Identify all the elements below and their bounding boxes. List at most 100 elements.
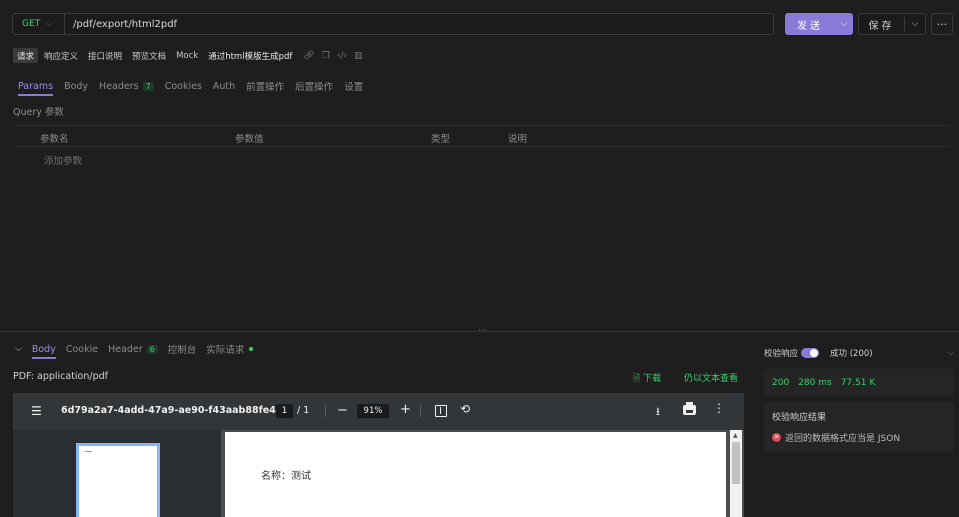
tab-post-ops-label: 后置操作: [295, 82, 334, 93]
status-dot: [249, 347, 254, 351]
query-table-header: 参数名 参数值 类型 说明: [13, 125, 951, 147]
request-bar: GET ⌵ /pdf/export/html2pdf: [12, 13, 774, 35]
tab-response-cookie[interactable]: Cookie: [66, 339, 98, 359]
tab-actual-request[interactable]: 实际请求: [206, 339, 254, 359]
toolbar-divider: [420, 405, 421, 417]
zoom-in-icon[interactable]: +: [400, 402, 411, 417]
tab-pre-ops-label: 前置操作: [246, 82, 285, 93]
tab-response-body[interactable]: Body: [31, 339, 56, 359]
doc-tab-preview[interactable]: 预览文档: [128, 48, 170, 63]
column-description: 说明: [508, 134, 528, 145]
copy-icon[interactable]: ❐: [322, 51, 330, 61]
tab-params-label: Params: [18, 80, 54, 92]
link-icon[interactable]: 🔗︎: [303, 51, 314, 61]
doc-tab-mock[interactable]: Mock: [172, 48, 202, 63]
column-type: 类型: [431, 134, 451, 145]
add-param-input[interactable]: 添加参数: [44, 153, 82, 167]
validate-response-label: 校验响应: [764, 349, 799, 359]
pdf-viewer: ☰ 6d79a2a7-4add-47a9-ae90-f43aab88fe44 1…: [13, 393, 744, 517]
collapse-chevron-icon[interactable]: ⌵: [15, 339, 22, 359]
method-select[interactable]: GET ⌵: [13, 14, 65, 34]
pdf-scrollbar[interactable]: ▲: [730, 430, 742, 517]
scroll-up-icon[interactable]: ▲: [733, 432, 738, 439]
url-input[interactable]: /pdf/export/html2pdf: [65, 19, 177, 30]
tab-params[interactable]: Params: [18, 76, 54, 96]
validate-response-toggle[interactable]: [801, 348, 820, 358]
query-section-label: Query 参数: [13, 107, 64, 118]
toolbar-divider: [325, 405, 326, 417]
tab-settings-label: 设置: [344, 82, 364, 93]
scrollbar-thumb[interactable]: [732, 442, 740, 484]
error-icon: ✕: [772, 433, 781, 442]
view-as-text-link[interactable]: 仍以文本查看: [684, 371, 738, 384]
pdf-page-area: 名称：测试: [221, 430, 744, 517]
validate-response-row: 校验响应 成功 (200) ⌵: [764, 346, 954, 360]
pdf-download-icon[interactable]: ⭳: [656, 403, 660, 422]
pdf-file-name: 6d79a2a7-4add-47a9-ae90-f43aab88fe44: [61, 405, 283, 416]
page-total: / 1: [297, 405, 310, 416]
response-metrics: 200 280 ms 77.51 K: [764, 369, 954, 396]
send-label: 发送: [797, 20, 823, 32]
pdf-page-text: 名称：测试: [261, 471, 311, 482]
zoom-level-input[interactable]: 91%: [357, 404, 389, 418]
tab-cookies[interactable]: Cookies: [165, 76, 202, 96]
thumbnail-text-line: [85, 451, 92, 452]
tab-body[interactable]: Body: [64, 76, 88, 96]
doc-tab-response-def[interactable]: 响应定义: [40, 48, 82, 63]
panel-icon[interactable]: ▥: [354, 51, 363, 61]
tab-pre-ops[interactable]: 前置操作: [246, 76, 284, 96]
tab-cookies-label: Cookies: [164, 80, 202, 92]
validation-error-message: 返回的数据格式应当是 JSON: [785, 434, 901, 444]
tab-auth-label: Auth: [212, 80, 236, 92]
tab-settings[interactable]: 设置: [344, 76, 363, 96]
tab-headers[interactable]: Headers 7: [99, 76, 154, 96]
response-header-count-badge: 6: [146, 344, 158, 354]
chevron-down-icon: ⌵: [46, 19, 53, 28]
column-param-value: 参数值: [235, 134, 264, 145]
tab-body-label: Body: [64, 80, 89, 92]
status-code: 200: [772, 377, 790, 388]
send-button[interactable]: 发送 ⌵: [785, 13, 853, 35]
more-options-icon[interactable]: ⋮: [713, 402, 725, 414]
method-label: GET: [22, 19, 41, 29]
tab-console[interactable]: 控制台: [168, 339, 197, 359]
more-button[interactable]: ···: [931, 13, 953, 35]
tab-headers-label: Headers: [99, 80, 139, 92]
tab-console-label: 控制台: [167, 345, 197, 356]
pdf-page: 名称：测试: [225, 432, 726, 517]
doc-tab-request[interactable]: 请求: [13, 48, 39, 63]
chevron-down-icon[interactable]: ⌵: [948, 348, 954, 358]
thumbnail-sidebar: [13, 430, 221, 517]
validation-result-title: 校验响应结果: [772, 413, 827, 423]
drag-handle-icon[interactable]: ···: [478, 326, 487, 336]
code-icon[interactable]: ‹/›: [337, 51, 347, 61]
param-tabs: Params Body Headers 7 Cookies Auth 前置操作 后…: [18, 76, 363, 96]
response-time: 280 ms: [798, 377, 832, 388]
tab-auth[interactable]: Auth: [213, 76, 235, 96]
fit-page-icon[interactable]: [435, 405, 447, 417]
tab-post-ops[interactable]: 后置操作: [295, 76, 333, 96]
page-thumbnail[interactable]: [76, 443, 160, 517]
print-icon[interactable]: [683, 402, 696, 415]
validation-status-select[interactable]: 成功 (200): [830, 347, 873, 359]
send-dropdown-chevron-icon[interactable]: ⌵: [835, 19, 853, 29]
doc-title[interactable]: 通过html模版生成pdf: [204, 48, 296, 63]
menu-icon[interactable]: ☰: [31, 405, 43, 417]
response-tabs: ⌵ Body Cookie Header 6 控制台 实际请求: [15, 339, 254, 359]
content-type-label: PDF: application/pdf: [13, 371, 108, 382]
save-label: 保存: [859, 16, 905, 32]
rotate-icon[interactable]: ⟲: [460, 402, 470, 416]
column-param-name: 参数名: [40, 134, 69, 145]
save-dropdown-chevron-icon[interactable]: ⌵: [905, 19, 925, 29]
validation-result-box: 校验响应结果 ✕ 返回的数据格式应当是 JSON: [764, 402, 954, 452]
doc-tab-api-desc[interactable]: 接口说明: [84, 48, 126, 63]
download-link[interactable]: 🗎︎ 下载: [633, 371, 661, 387]
tab-actual-request-label: 实际请求: [206, 345, 245, 356]
tab-response-body-label: Body: [31, 343, 56, 355]
page-number-input[interactable]: 1: [276, 404, 293, 418]
tab-response-header[interactable]: Header 6: [108, 339, 158, 359]
save-button[interactable]: 保存 ⌵: [858, 13, 926, 35]
tab-response-header-label: Header: [108, 343, 143, 355]
validation-error: ✕ 返回的数据格式应当是 JSON: [772, 431, 900, 444]
zoom-out-icon[interactable]: −: [337, 403, 348, 418]
